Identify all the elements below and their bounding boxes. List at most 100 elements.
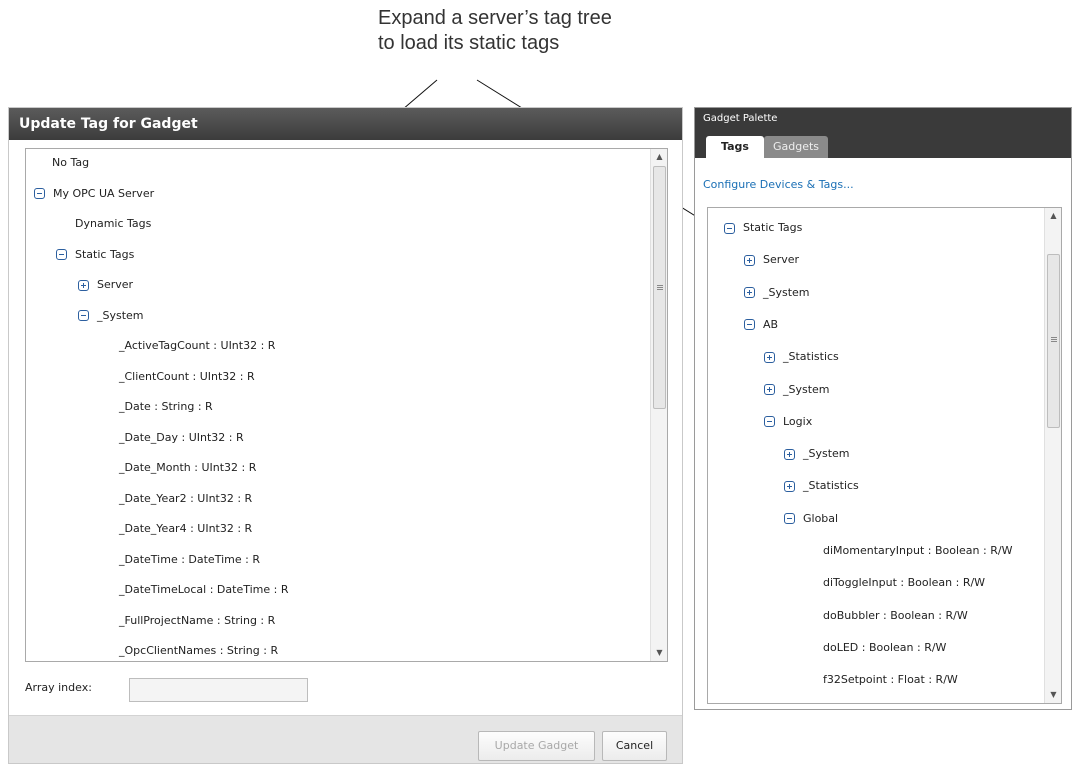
dialog-tree-node[interactable]: Dynamic Tags	[75, 214, 151, 234]
collapse-icon[interactable]	[724, 222, 735, 234]
collapse-icon[interactable]	[764, 416, 775, 428]
expand-icon[interactable]	[78, 279, 89, 291]
palette-tree-node[interactable]: _System	[784, 444, 850, 464]
tree-node-label: AB	[763, 317, 779, 331]
palette-tree-node[interactable]: doLED : Boolean : R/W	[823, 638, 946, 658]
tree-node-label: Global	[803, 511, 839, 525]
scrollbar-thumb[interactable]	[1047, 254, 1060, 428]
tree-node-label: _ClientCount : UInt32 : R	[119, 369, 255, 383]
scroll-up-icon[interactable]: ▲	[1045, 208, 1061, 224]
collapse-icon[interactable]	[56, 249, 67, 260]
tree-node-label: _System	[803, 447, 850, 461]
collapse-icon[interactable]	[784, 513, 795, 525]
expand-icon[interactable]	[744, 254, 755, 266]
tree-node-label: _Date_Month : UInt32 : R	[119, 461, 257, 474]
expand-icon[interactable]	[784, 480, 795, 492]
dialog-tree-node[interactable]: No Tag	[52, 153, 89, 173]
dialog-tree-node[interactable]: Server	[78, 275, 133, 295]
callout-line-1: Expand a server’s tag tree	[378, 7, 612, 29]
scrollbar-grip-icon	[657, 285, 663, 290]
palette-tree-node[interactable]: _System	[744, 283, 810, 303]
array-index-label: Array index:	[25, 681, 92, 694]
dialog-tree-node[interactable]: _Date_Day : UInt32 : R	[119, 428, 244, 448]
palette-tree-scrollbar[interactable]: ▲ ▼	[1044, 208, 1061, 703]
tree-node-label: _OpcClientNames : String : R	[119, 644, 279, 657]
palette-tree-node[interactable]: Static Tags	[724, 218, 802, 238]
tree-node-label: f32Waveform : Float : R/W	[823, 703, 968, 704]
palette-tree-node[interactable]: _System	[764, 380, 830, 400]
dialog-tree-node[interactable]: _Date : String : R	[119, 397, 213, 417]
collapse-icon[interactable]	[34, 188, 45, 199]
tree-node-label: _DateTimeLocal : DateTime : R	[119, 583, 289, 596]
dialog-tree-node[interactable]: My OPC UA Server	[34, 184, 154, 204]
tree-node-label: doBubbler : Boolean : R/W	[823, 608, 968, 622]
expand-icon[interactable]	[764, 384, 775, 395]
expand-icon[interactable]	[764, 351, 775, 363]
tree-node-label: _Date_Year4 : UInt32 : R	[119, 522, 253, 535]
tab-gadgets[interactable]: Gadgets	[764, 136, 828, 158]
palette-tab-bar: Tags Gadgets	[695, 130, 1071, 158]
configure-devices-link[interactable]: Configure Devices & Tags...	[703, 178, 854, 191]
palette-tree-node[interactable]: doBubbler : Boolean : R/W	[823, 606, 968, 626]
dialog-tree-node[interactable]: _Date_Month : UInt32 : R	[119, 458, 256, 478]
tree-node-label: My OPC UA Server	[53, 186, 155, 200]
dialog-tree-node[interactable]: _ActiveTagCount : UInt32 : R	[119, 336, 275, 356]
tree-node-label: _System	[97, 308, 144, 322]
dialog-tree-node[interactable]: _Date_Year4 : UInt32 : R	[119, 519, 252, 539]
dialog-tree-node[interactable]: _FullProjectName : String : R	[119, 611, 275, 631]
dialog-tree-node[interactable]: _DateTimeLocal : DateTime : R	[119, 580, 288, 600]
dialog-tree-node[interactable]: _DateTime : DateTime : R	[119, 550, 260, 570]
palette-tree-node[interactable]: _Statistics	[764, 347, 839, 367]
palette-tree-node[interactable]: AB	[744, 315, 778, 335]
tree-node-label: diToggleInput : Boolean : R/W	[823, 576, 986, 590]
scroll-down-icon[interactable]: ▼	[1045, 687, 1061, 703]
tree-node-label: doLED : Boolean : R/W	[823, 640, 947, 654]
collapse-icon[interactable]	[744, 319, 755, 331]
dialog-tree-node[interactable]: Static Tags	[56, 245, 134, 265]
array-index-input[interactable]	[129, 678, 308, 702]
callout-annotation: Expand a server’s tag tree to load its s…	[378, 6, 678, 56]
tree-node-label: _Statistics	[783, 350, 839, 364]
dialog-tree-scrollbar[interactable]: ▲ ▼	[650, 149, 667, 661]
palette-tree-node[interactable]: diToggleInput : Boolean : R/W	[823, 573, 985, 593]
expand-icon[interactable]	[784, 448, 795, 460]
dialog-tree-node[interactable]: _OpcClientNames : String : R	[119, 641, 278, 661]
palette-title: Gadget Palette	[695, 108, 1071, 130]
tree-node-label: _FullProjectName : String : R	[119, 613, 276, 627]
collapse-icon[interactable]	[78, 310, 89, 321]
gadget-palette: Gadget Palette Tags Gadgets Configure De…	[694, 107, 1072, 710]
tree-node-label: Server	[97, 278, 134, 291]
palette-tree-node[interactable]: f32Waveform : Float : R/W	[823, 703, 968, 704]
dialog-tag-tree: No Tag My OPC UA Server Dynamic Tags Static…	[25, 148, 668, 662]
palette-tree-node[interactable]: f32Setpoint : Float : R/W	[823, 670, 958, 690]
tab-tags[interactable]: Tags	[706, 136, 764, 158]
tree-node-label: _ActiveTagCount : UInt32 : R	[119, 339, 276, 352]
dialog-tree-node[interactable]: _System	[78, 306, 144, 326]
tree-node-label: No Tag	[52, 156, 90, 169]
scroll-down-icon[interactable]: ▼	[651, 645, 667, 661]
palette-tree-node[interactable]: Server	[744, 250, 799, 270]
cancel-button[interactable]: Cancel	[602, 731, 667, 761]
tree-node-label: _Date_Year2 : UInt32 : R	[119, 491, 253, 505]
tree-node-label: Logix	[783, 414, 813, 428]
update-gadget-button[interactable]: Update Gadget	[478, 731, 595, 761]
tree-node-label: _System	[783, 382, 830, 396]
dialog-footer: Update Gadget Cancel	[9, 715, 682, 763]
callout-line-2: to load its static tags	[378, 32, 560, 54]
tree-node-label: _System	[763, 285, 810, 299]
dialog-title: Update Tag for Gadget	[9, 108, 682, 140]
tree-node-label: f32Setpoint : Float : R/W	[823, 673, 958, 687]
tree-node-label: diMomentaryInput : Boolean : R/W	[823, 544, 1013, 557]
tree-node-label: _DateTime : DateTime : R	[119, 552, 260, 566]
expand-icon[interactable]	[744, 287, 755, 299]
scrollbar-grip-icon	[1051, 337, 1057, 342]
dialog-tree-node[interactable]: _Date_Year2 : UInt32 : R	[119, 489, 252, 509]
scroll-up-icon[interactable]: ▲	[651, 149, 667, 165]
dialog-tree-node[interactable]: _ClientCount : UInt32 : R	[119, 367, 255, 387]
scrollbar-thumb[interactable]	[653, 166, 666, 409]
palette-tag-tree: Static Tags Server _System AB _Statistics _Sy…	[707, 207, 1062, 704]
palette-tree-node[interactable]: Global	[784, 509, 838, 529]
palette-tree-node[interactable]: diMomentaryInput : Boolean : R/W	[823, 541, 1012, 561]
palette-tree-node[interactable]: Logix	[764, 412, 812, 432]
palette-tree-node[interactable]: _Statistics	[784, 476, 859, 496]
